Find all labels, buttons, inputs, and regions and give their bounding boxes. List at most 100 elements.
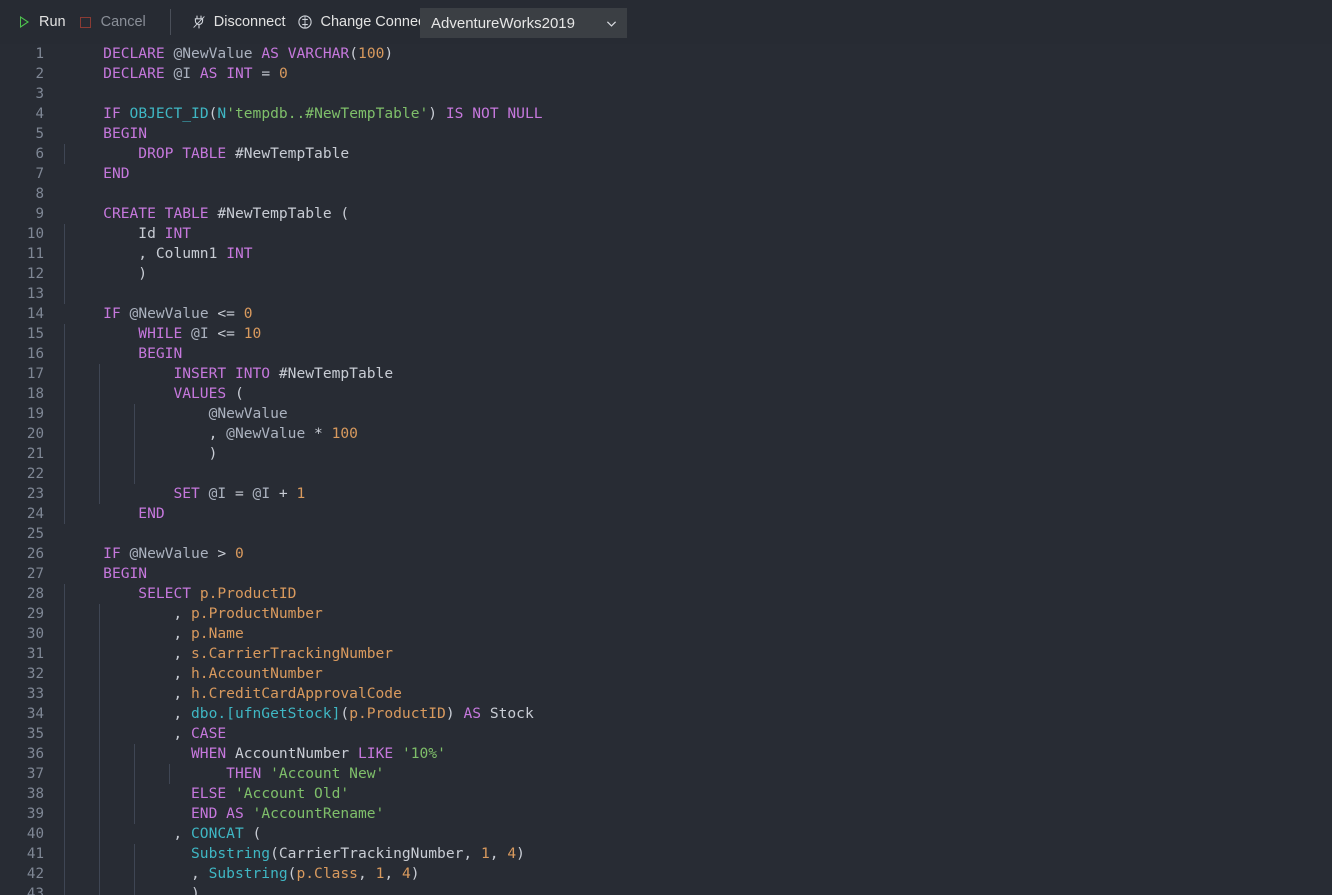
code-token: ,: [68, 865, 209, 882]
code-line[interactable]: 31 , s.CarrierTrackingNumber: [0, 644, 1332, 664]
code-token: ,: [68, 625, 192, 642]
code-line[interactable]: 14 IF @NewValue <= 0: [0, 304, 1332, 324]
code-line[interactable]: 36 WHEN AccountNumber LIKE '10%': [0, 744, 1332, 764]
code-line[interactable]: 16 BEGIN: [0, 344, 1332, 364]
code-line-content: , h.CreditCardApprovalCode: [56, 684, 1332, 704]
code-line[interactable]: 1 DECLARE @NewValue AS VARCHAR(100): [0, 44, 1332, 64]
line-number: 4: [35, 106, 44, 122]
run-button[interactable]: Run: [10, 8, 72, 36]
line-number: 39: [26, 806, 44, 822]
indent-guide: [134, 844, 135, 864]
code-line[interactable]: 30 , p.Name: [0, 624, 1332, 644]
line-number: 15: [26, 326, 44, 342]
code-line-content: IF @NewValue <= 0: [56, 304, 1332, 324]
code-line-content: SELECT p.ProductID: [56, 584, 1332, 604]
code-line-content: WHEN AccountNumber LIKE '10%': [56, 744, 1332, 764]
code-line[interactable]: 9 CREATE TABLE #NewTempTable (: [0, 204, 1332, 224]
code-token: @I: [252, 485, 271, 502]
code-token: h.AccountNumber: [191, 665, 323, 682]
code-line[interactable]: 19 @NewValue: [0, 404, 1332, 424]
code-line[interactable]: 4 IF OBJECT_ID(N'tempdb..#NewTempTable')…: [0, 104, 1332, 124]
code-line[interactable]: 10 Id INT: [0, 224, 1332, 244]
code-line[interactable]: 15 WHILE @I <= 10: [0, 324, 1332, 344]
code-line[interactable]: 12 ): [0, 264, 1332, 284]
code-line-content: DROP TABLE #NewTempTable: [56, 144, 1332, 164]
code-token: END: [191, 805, 218, 822]
code-line-content: VALUES (: [56, 384, 1332, 404]
code-line[interactable]: 23 SET @I = @I + 1: [0, 484, 1332, 504]
code-line[interactable]: 34 , dbo.[ufnGetStock](p.ProductID) AS S…: [0, 704, 1332, 724]
code-line[interactable]: 21 ): [0, 444, 1332, 464]
code-token: p.Name: [191, 625, 244, 642]
indent-guide: [99, 364, 100, 384]
code-line[interactable]: 8: [0, 184, 1332, 204]
code-token: ELSE: [191, 785, 227, 802]
code-token: IF: [103, 105, 121, 122]
code-line-content: END AS 'AccountRename': [56, 804, 1332, 824]
indent-guide: [134, 444, 135, 464]
indent-guide: [64, 264, 65, 284]
line-number: 34: [26, 706, 44, 722]
code-token: 'Account New': [270, 765, 385, 782]
code-token: ,: [463, 845, 481, 862]
code-line-content: , Column1 INT: [56, 244, 1332, 264]
code-line[interactable]: 6 DROP TABLE #NewTempTable: [0, 144, 1332, 164]
indent-guide: [134, 744, 135, 764]
stop-square-icon: [78, 14, 94, 30]
code-line[interactable]: 37 THEN 'Account New': [0, 764, 1332, 784]
code-token: DROP TABLE: [138, 145, 227, 162]
code-line[interactable]: 32 , h.AccountNumber: [0, 664, 1332, 684]
code-line[interactable]: 11 , Column1 INT: [0, 244, 1332, 264]
code-line-content: , p.Name: [56, 624, 1332, 644]
code-token: 'tempdb..#NewTempTable': [226, 105, 429, 122]
line-number: 7: [35, 166, 44, 182]
code-line[interactable]: 18 VALUES (: [0, 384, 1332, 404]
line-number: 13: [26, 286, 44, 302]
line-number: 29: [26, 606, 44, 622]
code-token: ): [384, 45, 394, 62]
disconnect-button[interactable]: Disconnect: [185, 8, 292, 36]
code-line[interactable]: 39 END AS 'AccountRename': [0, 804, 1332, 824]
code-token: AS: [463, 705, 482, 722]
code-line[interactable]: 26 IF @NewValue > 0: [0, 544, 1332, 564]
code-line[interactable]: 5 BEGIN: [0, 124, 1332, 144]
code-line[interactable]: 42 , Substring(p.Class, 1, 4): [0, 864, 1332, 884]
code-line[interactable]: 7 END: [0, 164, 1332, 184]
sql-code-editor[interactable]: 1 DECLARE @NewValue AS VARCHAR(100) 2 DEC…: [0, 44, 1332, 895]
code-line[interactable]: 3: [0, 84, 1332, 104]
code-line[interactable]: 29 , p.ProductNumber: [0, 604, 1332, 624]
code-token: 'Account Old': [234, 785, 350, 802]
code-line[interactable]: 41 Substring(CarrierTrackingNumber, 1, 4…: [0, 844, 1332, 864]
code-line-content: , CONCAT (: [56, 824, 1332, 844]
code-line[interactable]: 20 , @NewValue * 100: [0, 424, 1332, 444]
indent-guide: [64, 644, 65, 664]
connection-database-select[interactable]: AdventureWorks2019: [420, 8, 627, 38]
code-line[interactable]: 43 ): [0, 884, 1332, 895]
code-line[interactable]: 22: [0, 464, 1332, 484]
code-line[interactable]: 24 END: [0, 504, 1332, 524]
code-line[interactable]: 38 ELSE 'Account Old': [0, 784, 1332, 804]
code-line[interactable]: 28 SELECT p.ProductID: [0, 584, 1332, 604]
code-line[interactable]: 17 INSERT INTO #NewTempTable: [0, 364, 1332, 384]
cancel-button[interactable]: Cancel: [72, 8, 152, 36]
indent-guide: [99, 864, 100, 884]
code-token: ): [410, 865, 420, 882]
code-line[interactable]: 40 , CONCAT (: [0, 824, 1332, 844]
cancel-button-label: Cancel: [100, 14, 146, 30]
code-line[interactable]: 33 , h.CreditCardApprovalCode: [0, 684, 1332, 704]
code-line[interactable]: 25: [0, 524, 1332, 544]
code-line[interactable]: 13: [0, 284, 1332, 304]
code-token: CONCAT: [191, 825, 244, 842]
code-token: ,: [68, 645, 192, 662]
code-line[interactable]: 2 DECLARE @I AS INT = 0: [0, 64, 1332, 84]
code-line[interactable]: 27 BEGIN: [0, 564, 1332, 584]
line-number: 18: [26, 386, 44, 402]
line-number: 22: [26, 466, 44, 482]
code-line[interactable]: 35 , CASE: [0, 724, 1332, 744]
